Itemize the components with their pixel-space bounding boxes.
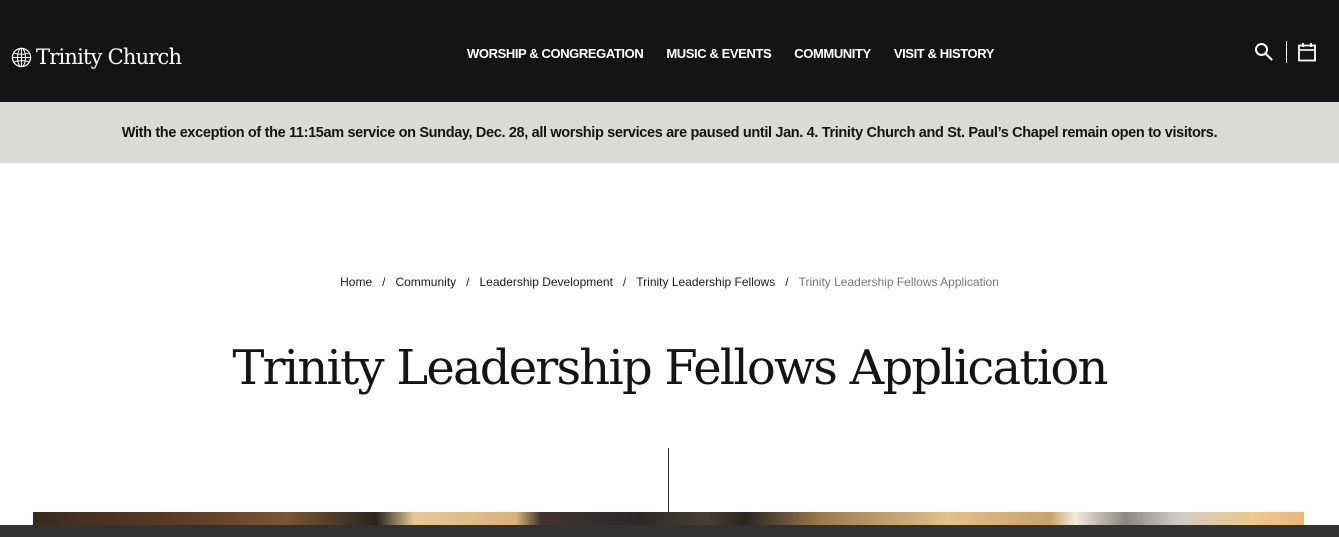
nav-worship-congregation[interactable]: WORSHIP & CONGREGATION bbox=[467, 45, 644, 63]
search-icon[interactable] bbox=[1254, 42, 1274, 62]
site-header: Trinity Church WORSHIP & CONGREGATION MU… bbox=[0, 0, 1339, 102]
tools-divider bbox=[1286, 41, 1287, 63]
breadcrumb: Home / Community / Leadership Developmen… bbox=[0, 275, 1339, 289]
main-nav: WORSHIP & CONGREGATION MUSIC & EVENTS CO… bbox=[467, 45, 994, 63]
service-alert-banner: With the exception of the 11:15am servic… bbox=[0, 102, 1339, 163]
breadcrumb-home[interactable]: Home bbox=[340, 275, 372, 289]
header-tools bbox=[1254, 41, 1317, 63]
breadcrumb-separator: / bbox=[466, 275, 470, 289]
scroll-indicator-line bbox=[668, 448, 669, 518]
calendar-icon[interactable] bbox=[1297, 42, 1317, 62]
page-title: Trinity Leadership Fellows Application bbox=[232, 340, 1108, 396]
nav-visit-history[interactable]: VISIT & HISTORY bbox=[894, 45, 995, 63]
breadcrumb-community[interactable]: Community bbox=[395, 275, 456, 289]
trinity-globe-icon bbox=[11, 47, 32, 67]
breadcrumb-separator: / bbox=[785, 275, 789, 289]
nav-music-events[interactable]: MUSIC & EVENTS bbox=[666, 45, 771, 63]
breadcrumb-current: Trinity Leadership Fellows Application bbox=[798, 275, 999, 289]
breadcrumb-separator: / bbox=[382, 275, 386, 289]
breadcrumb-trinity-leadership-fellows[interactable]: Trinity Leadership Fellows bbox=[636, 275, 775, 289]
breadcrumb-leadership-development[interactable]: Leadership Development bbox=[480, 275, 613, 289]
alert-text: With the exception of the 11:15am servic… bbox=[121, 124, 1218, 141]
hero-image bbox=[33, 512, 1304, 525]
breadcrumb-separator: / bbox=[622, 275, 627, 289]
logo-text: Trinity Church bbox=[36, 45, 182, 69]
site-logo[interactable]: Trinity Church bbox=[11, 43, 182, 71]
bottom-bar bbox=[0, 525, 1339, 537]
nav-community[interactable]: COMMUNITY bbox=[794, 45, 871, 63]
